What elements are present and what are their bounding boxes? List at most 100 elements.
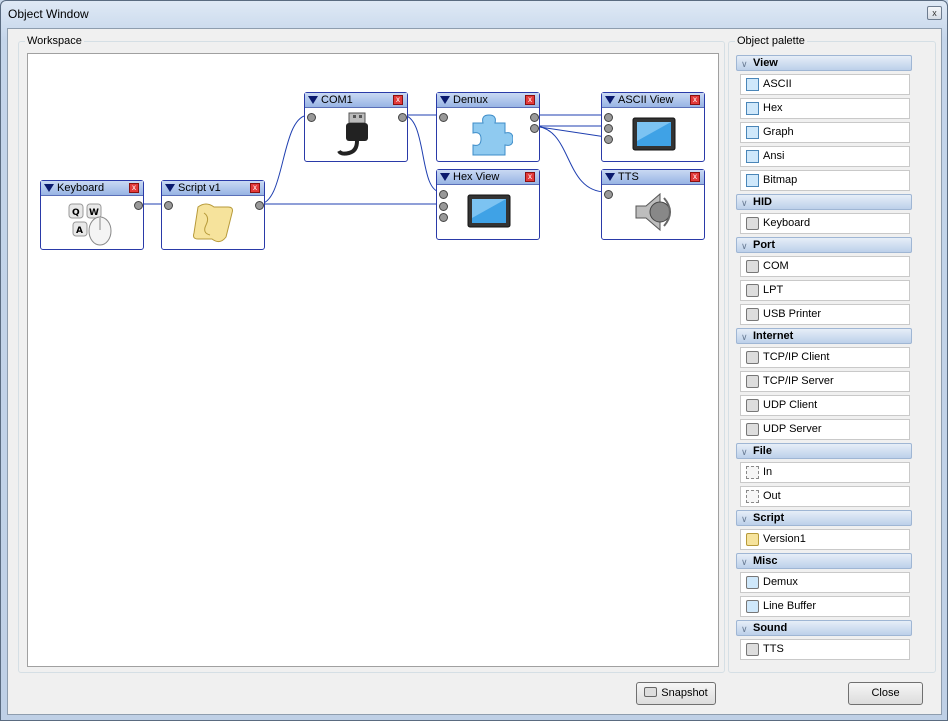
palette-item[interactable]: TTS — [740, 639, 910, 660]
palette-item[interactable]: Graph — [740, 122, 910, 143]
keyboard-mouse-icon: Q W A — [67, 201, 117, 247]
palette-category-port[interactable]: ∨ Port — [736, 237, 912, 253]
palette-item[interactable]: Keyboard — [740, 213, 910, 234]
title-bar[interactable]: Object Window x — [1, 1, 947, 27]
collapse-chevron-icon[interactable]: ∨ — [741, 57, 748, 71]
palette-category-view[interactable]: ∨ View — [736, 55, 912, 71]
wire-script-com — [258, 114, 310, 205]
port-in-2[interactable] — [604, 124, 613, 133]
palette-item[interactable]: Hex — [740, 98, 910, 119]
palette-category-script[interactable]: ∨ Script — [736, 510, 912, 526]
node-asciiview[interactable]: ASCII View x — [601, 92, 705, 162]
palette-item[interactable]: COM — [740, 256, 910, 277]
collapse-triangle-icon[interactable] — [440, 173, 450, 181]
port-out-2[interactable] — [530, 124, 539, 133]
collapse-chevron-icon[interactable]: ∨ — [741, 555, 748, 569]
node-tts-header[interactable]: TTS x — [602, 170, 704, 185]
node-close-icon[interactable]: x — [393, 95, 403, 105]
collapse-triangle-icon[interactable] — [440, 96, 450, 104]
speaker-icon — [746, 643, 759, 656]
palette-item[interactable]: Demux — [740, 572, 910, 593]
port-out[interactable] — [134, 201, 143, 210]
palette-category-hid[interactable]: ∨ HID — [736, 194, 912, 210]
node-script[interactable]: Script v1 x — [161, 180, 265, 250]
node-demux-header[interactable]: Demux x — [437, 93, 539, 108]
node-keyboard-header[interactable]: Keyboard x — [41, 181, 143, 196]
keyboard-icon — [746, 217, 759, 230]
object-palette: ∨ View ASCII Hex Graph Ansi Bitmap ∨ HID Keyboard… — [736, 53, 914, 667]
palette-item[interactable]: Line Buffer — [740, 596, 910, 617]
port-out[interactable] — [398, 113, 407, 122]
node-tts[interactable]: TTS x — [601, 169, 705, 240]
speaker-icon — [632, 190, 676, 234]
node-hexview[interactable]: Hex View x — [436, 169, 540, 240]
port-in-1[interactable] — [439, 190, 448, 199]
port-in[interactable] — [439, 113, 448, 122]
palette-category-internet[interactable]: ∨ Internet — [736, 328, 912, 344]
palette-item-label: TTS — [763, 643, 784, 655]
network-icon — [746, 351, 759, 364]
collapse-triangle-icon[interactable] — [165, 184, 175, 192]
node-close-icon[interactable]: x — [525, 95, 535, 105]
palette-item[interactable]: USB Printer — [740, 304, 910, 325]
collapse-chevron-icon[interactable]: ∨ — [741, 512, 748, 526]
port-in-1[interactable] — [604, 113, 613, 122]
close-button[interactable]: Close — [848, 682, 923, 705]
collapse-triangle-icon[interactable] — [605, 173, 615, 181]
node-script-header[interactable]: Script v1 x — [162, 181, 264, 196]
puzzle-icon — [746, 576, 759, 589]
port-in-2[interactable] — [439, 202, 448, 211]
node-com1[interactable]: COM1 x — [304, 92, 408, 162]
node-close-icon[interactable]: x — [129, 183, 139, 193]
node-keyboard[interactable]: Keyboard x Q W A — [40, 180, 144, 250]
collapse-chevron-icon[interactable]: ∨ — [741, 196, 748, 210]
network-icon — [746, 423, 759, 436]
collapse-triangle-icon[interactable] — [44, 184, 54, 192]
collapse-chevron-icon[interactable]: ∨ — [741, 445, 748, 459]
palette-item[interactable]: Version1 — [740, 529, 910, 550]
palette-category-sound[interactable]: ∨ Sound — [736, 620, 912, 636]
palette-item-label: Out — [763, 490, 781, 502]
node-close-icon[interactable]: x — [690, 172, 700, 182]
svg-text:A: A — [76, 226, 83, 236]
collapse-chevron-icon[interactable]: ∨ — [741, 239, 748, 253]
node-com1-header[interactable]: COM1 x — [305, 93, 407, 108]
node-close-icon[interactable]: x — [250, 183, 260, 193]
collapse-chevron-icon[interactable]: ∨ — [741, 622, 748, 636]
collapse-triangle-icon[interactable] — [605, 96, 615, 104]
palette-item-label: Line Buffer — [763, 600, 817, 612]
workspace-canvas[interactable]: Keyboard x Q W A Script v1 x COM1 x Demu… — [27, 53, 719, 667]
palette-item[interactable]: TCP/IP Client — [740, 347, 910, 368]
palette-item[interactable]: Out — [740, 486, 910, 507]
palette-item[interactable]: Bitmap — [740, 170, 910, 191]
palette-item[interactable]: In — [740, 462, 910, 483]
palette-item[interactable]: ASCII — [740, 74, 910, 95]
port-in-3[interactable] — [604, 135, 613, 144]
palette-category-file[interactable]: ∨ File — [736, 443, 912, 459]
palette-item-label: Version1 — [763, 533, 806, 545]
collapse-chevron-icon[interactable]: ∨ — [741, 330, 748, 344]
snapshot-button[interactable]: Snapshot — [636, 682, 716, 705]
port-out-1[interactable] — [530, 113, 539, 122]
node-close-icon[interactable]: x — [525, 172, 535, 182]
node-close-icon[interactable]: x — [690, 95, 700, 105]
port-in[interactable] — [307, 113, 316, 122]
palette-item[interactable]: TCP/IP Server — [740, 371, 910, 392]
window-close-button[interactable]: x — [927, 6, 942, 20]
palette-item[interactable]: UDP Client — [740, 395, 910, 416]
palette-category-misc[interactable]: ∨ Misc — [736, 553, 912, 569]
palette-item[interactable]: LPT — [740, 280, 910, 301]
palette-category-label: Sound — [753, 622, 788, 634]
svg-text:Q: Q — [72, 208, 80, 218]
collapse-triangle-icon[interactable] — [308, 96, 318, 104]
palette-item[interactable]: UDP Server — [740, 419, 910, 440]
port-in-3[interactable] — [439, 213, 448, 222]
palette-item[interactable]: Ansi — [740, 146, 910, 167]
palette-item-label: Bitmap — [763, 174, 798, 186]
node-demux[interactable]: Demux x — [436, 92, 540, 162]
port-in[interactable] — [604, 190, 613, 199]
port-in[interactable] — [164, 201, 173, 210]
node-asciiview-header[interactable]: ASCII View x — [602, 93, 704, 108]
port-out[interactable] — [255, 201, 264, 210]
node-hexview-header[interactable]: Hex View x — [437, 170, 539, 185]
